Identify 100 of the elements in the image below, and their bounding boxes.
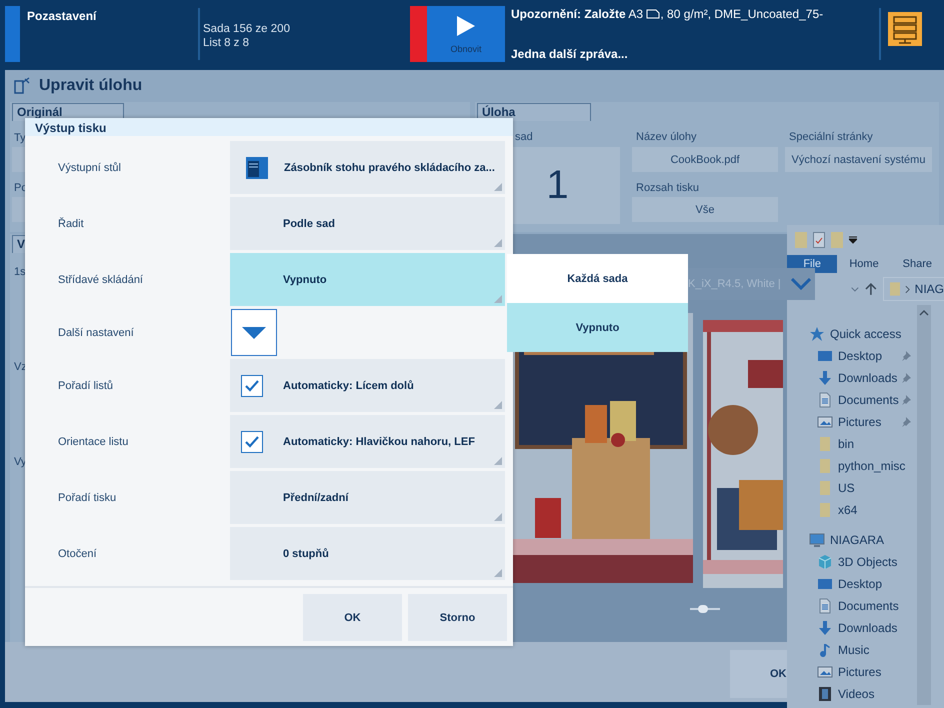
film-icon: [817, 686, 833, 702]
cube-icon: [817, 554, 833, 570]
nav-item[interactable]: Pictures: [787, 411, 915, 433]
edit-icon: [13, 77, 31, 95]
address-text: NIAG: [914, 282, 944, 296]
corner-icon: [494, 401, 502, 409]
monitor-icon: [817, 576, 833, 592]
checkbox[interactable]: [241, 374, 263, 396]
folder-icon: [817, 436, 833, 452]
down-arrow-icon: [817, 620, 833, 636]
dropdown-icon[interactable]: [849, 236, 857, 244]
image-icon: [817, 664, 833, 680]
panel-tab[interactable]: Úloha: [477, 103, 591, 121]
setting-label: Další nastavení: [58, 326, 134, 338]
ok-button[interactable]: OK: [730, 650, 787, 698]
dropdown-option[interactable]: Každá sada: [507, 254, 688, 303]
nav-item[interactable]: Quick access: [787, 323, 915, 345]
set-counter: Sada 156 ze 200: [203, 22, 291, 36]
chevron-right-icon: [904, 284, 910, 294]
field-label: Speciální stránky: [789, 131, 873, 143]
value-select[interactable]: Podle sad: [230, 197, 505, 250]
star-icon: [809, 326, 825, 342]
setting-label: Výstupní stůl: [58, 162, 121, 174]
up-arrow-icon[interactable]: [864, 283, 877, 295]
field-label: Název úlohy: [636, 131, 697, 143]
nav-item[interactable]: x64: [787, 499, 915, 521]
monitor-icon: [817, 348, 833, 364]
nav-item[interactable]: bin: [787, 433, 915, 455]
slider-handle-icon[interactable]: [690, 605, 720, 613]
corner-icon: [494, 183, 502, 191]
dialog-button[interactable]: OK: [303, 594, 402, 641]
window-title: Upravit úlohu: [39, 77, 142, 95]
setting-label: Pořadí listů: [58, 380, 114, 392]
folder-icon: [817, 502, 833, 518]
nav-item[interactable]: Videos: [787, 683, 915, 705]
nav-item[interactable]: python_misc: [787, 455, 915, 477]
nav-item[interactable]: Downloads: [787, 617, 915, 639]
field-label: 1s: [14, 266, 26, 278]
folder-icon: [890, 281, 900, 297]
nav-item[interactable]: Pictures: [787, 661, 915, 683]
field-value[interactable]: Vše: [632, 197, 778, 222]
play-icon: [457, 16, 475, 36]
checkbox[interactable]: [241, 430, 263, 452]
field-value[interactable]: CookBook.pdf: [632, 147, 778, 172]
nav-item[interactable]: Documents: [787, 595, 915, 617]
alert-message: Upozornění: Založte A3 , 80 g/m², DME_Uncoated_75-: [511, 7, 824, 21]
corner-icon: [494, 569, 502, 577]
nav-item[interactable]: Desktop: [787, 345, 915, 367]
caret-up-icon[interactable]: [917, 308, 931, 318]
expand-button[interactable]: [231, 309, 277, 356]
value-select[interactable]: Automaticky: Hlavičkou nahoru, LEF: [230, 415, 505, 468]
dialog-title: Výstup tisku: [25, 118, 513, 136]
corner-icon: [494, 239, 502, 247]
nav-item[interactable]: US: [787, 477, 915, 499]
dropdown-option[interactable]: Vypnuto: [507, 303, 688, 352]
alert-indicator: [410, 6, 427, 62]
nav-item[interactable]: 3D Objects: [787, 551, 915, 573]
checkmark-icon: [244, 378, 260, 394]
setting-label: Pořadí tisku: [58, 492, 116, 504]
checkmark-icon: [244, 434, 260, 450]
ribbon-tab[interactable]: Home: [837, 255, 891, 273]
field-value[interactable]: Výchozí nastavení systému: [785, 147, 932, 172]
printer-status: Pozastavení: [27, 9, 98, 25]
nav-item[interactable]: Documents: [787, 389, 915, 411]
corner-icon: [494, 513, 502, 521]
field-label: Rozsah tisku: [636, 182, 699, 194]
dialog-button[interactable]: Storno: [408, 594, 507, 641]
value-select[interactable]: Vypnuto: [230, 253, 505, 306]
value-select[interactable]: 0 stupňů: [230, 527, 505, 580]
computer-icon: [809, 532, 825, 548]
caret-icon: [242, 326, 266, 338]
value-select[interactable]: Zásobník stohu pravého skládacího za...: [230, 141, 505, 194]
setting-label: Otočení: [58, 548, 97, 560]
server-icon[interactable]: [888, 12, 922, 46]
document-icon: [817, 392, 833, 408]
nav-item[interactable]: Music: [787, 639, 915, 661]
sheet-counter: List 8 z 8: [203, 36, 250, 50]
more-messages-link[interactable]: Jedna další zpráva...: [511, 47, 876, 61]
folder-icon: [817, 458, 833, 474]
nav-item[interactable]: Downloads: [787, 367, 915, 389]
nav-item[interactable]: NIAGARA: [787, 529, 915, 551]
corner-icon: [494, 457, 502, 465]
setting-label: Orientace listu: [58, 436, 128, 448]
music-note-icon: [817, 642, 833, 658]
setting-label: Střídavé skládání: [58, 274, 143, 286]
scrollbar[interactable]: [917, 305, 931, 705]
paper-icon: [646, 9, 660, 19]
folder-icon: [817, 480, 833, 496]
chevron-down-icon: [791, 278, 811, 290]
value-select[interactable]: Automaticky: Lícem dolů: [230, 359, 505, 412]
image-icon: [817, 414, 833, 430]
tray-icon: [245, 156, 269, 180]
status-indicator: [5, 6, 20, 62]
field-label: sad: [515, 131, 533, 143]
address-bar[interactable]: NIAG: [882, 277, 944, 301]
setting-label: Řadit: [58, 218, 84, 230]
value-select[interactable]: Přední/zadní: [230, 471, 505, 524]
nav-item[interactable]: Desktop: [787, 573, 915, 595]
ribbon-tab[interactable]: Share: [890, 255, 944, 273]
properties-icon[interactable]: [813, 232, 825, 248]
